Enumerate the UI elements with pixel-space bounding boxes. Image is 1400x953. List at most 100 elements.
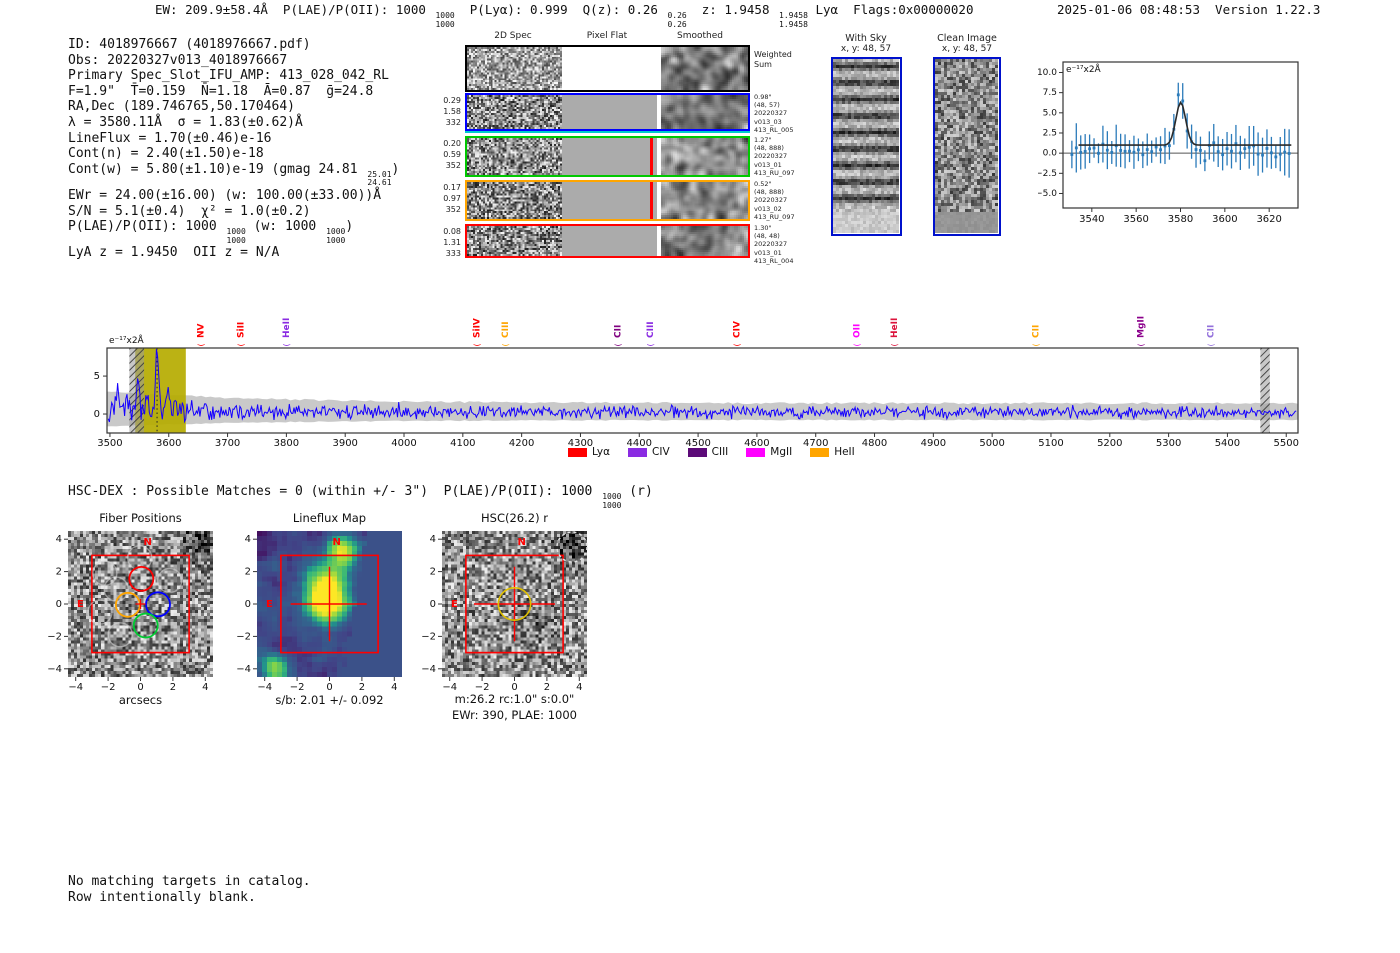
svg-text:HeII: HeII bbox=[890, 318, 900, 338]
svg-text:−2: −2 bbox=[101, 682, 116, 693]
svg-text:Lineflux Map: Lineflux Map bbox=[293, 511, 366, 525]
legend-swatch bbox=[568, 447, 587, 457]
fiber-positions-panel: Fiber Positions−4−4−2−2002244 NEarcsecs bbox=[47, 511, 208, 707]
legend-swatch bbox=[810, 447, 830, 457]
svg-text:5000: 5000 bbox=[979, 438, 1004, 449]
svg-text:(: ( bbox=[1136, 343, 1145, 346]
svg-text:CIV: CIV bbox=[732, 321, 742, 338]
elixer-report: EW: 209.9±58.4Å P(LAE)/P(OII): 1000 1000… bbox=[0, 0, 1400, 953]
strip-pixelflat-image bbox=[562, 226, 657, 256]
svg-text:(: ( bbox=[1206, 343, 1215, 346]
svg-text:e⁻¹⁷x2Å: e⁻¹⁷x2Å bbox=[109, 334, 145, 346]
info-line: λ = 3580.11Å σ = 1.83(±0.62)Å bbox=[68, 114, 303, 130]
svg-text:CIII: CIII bbox=[501, 321, 511, 338]
stacked-fraction: 1000 1000 bbox=[326, 227, 346, 245]
strip-right-annotation: 0.52" (48, 888) 20220327 v013_02 413_RU_097 bbox=[754, 180, 795, 221]
info-line: Obs: 20220327v013_4018976667 bbox=[68, 52, 288, 68]
svg-text:(: ( bbox=[1032, 343, 1041, 346]
svg-text:4: 4 bbox=[245, 534, 251, 545]
spec2d-strip-row bbox=[465, 136, 750, 177]
svg-text:(: ( bbox=[282, 343, 291, 346]
svg-text:3600: 3600 bbox=[1212, 214, 1237, 225]
svg-text:3900: 3900 bbox=[332, 438, 357, 449]
info-line: Cont(w) = 5.80(±1.10)e-19 (gmag 24.81 25… bbox=[68, 161, 400, 188]
strip-pixelflat-image bbox=[562, 138, 657, 175]
svg-text:2: 2 bbox=[430, 567, 436, 578]
svg-text:4200: 4200 bbox=[509, 438, 534, 449]
svg-text:(: ( bbox=[732, 343, 741, 346]
with-sky-title: With Sky bbox=[845, 33, 887, 44]
info-line: ID: 4018976667 (4018976667.pdf) bbox=[68, 37, 311, 52]
svg-text:CII: CII bbox=[1032, 325, 1042, 338]
strip-right-annotation: 1.27" (48, 888) 20220327 v013_01 413_RU_097 bbox=[754, 136, 795, 177]
svg-text:0.0: 0.0 bbox=[1043, 149, 1058, 159]
footer-line: Row intentionally blank. bbox=[68, 889, 256, 905]
svg-text:N: N bbox=[518, 537, 526, 548]
strip-pixelflat-image bbox=[562, 182, 657, 219]
svg-text:0: 0 bbox=[430, 599, 436, 610]
svg-text:−2: −2 bbox=[236, 631, 251, 642]
svg-text:4: 4 bbox=[391, 682, 397, 693]
clean-image-image bbox=[935, 59, 998, 233]
info-line: LyA z = 1.9450 OII z = N/A bbox=[68, 245, 280, 261]
svg-text:(: ( bbox=[501, 343, 510, 346]
strip-right-annotation: 1.30" (48, 48) 20220327 v013_01 413_RL_004 bbox=[754, 224, 794, 265]
svg-text:SiII: SiII bbox=[237, 322, 247, 338]
hsc-match-line: HSC-DEX : Possible Matches = 0 (within +… bbox=[68, 484, 653, 510]
svg-text:4: 4 bbox=[56, 534, 62, 545]
svg-text:5100: 5100 bbox=[1038, 438, 1063, 449]
spec2d-strip-row bbox=[465, 180, 750, 221]
svg-text:OII: OII bbox=[852, 324, 862, 338]
svg-text:−4: −4 bbox=[47, 664, 62, 675]
strip-right-annotation: Weighted Sum bbox=[754, 50, 792, 69]
svg-text:5: 5 bbox=[94, 371, 100, 382]
strip-2dspec-image bbox=[467, 47, 562, 90]
info-line: RA,Dec (189.746765,50.170464) bbox=[68, 99, 295, 115]
strip-left-stats: 0.08 1.31 333 bbox=[443, 227, 461, 258]
svg-text:e⁻¹⁷x2Å: e⁻¹⁷x2Å bbox=[1066, 63, 1102, 75]
info-line: P(LAE)/P(OII): 1000 1000 1000 (w: 1000 10… bbox=[68, 219, 354, 245]
clean-image-panel bbox=[933, 57, 1001, 236]
svg-text:3700: 3700 bbox=[215, 438, 240, 449]
svg-text:−2.5: −2.5 bbox=[1038, 169, 1057, 179]
stacked-fraction: 1000 1000 bbox=[226, 227, 246, 245]
svg-text:HeII: HeII bbox=[282, 318, 292, 338]
column-header-2dspec: 2D Spec bbox=[494, 31, 532, 41]
emission-position-marker bbox=[650, 138, 653, 175]
svg-text:m:26.2 rc:1.0" s:0.0": m:26.2 rc:1.0" s:0.0" bbox=[455, 692, 575, 706]
svg-text:E: E bbox=[77, 599, 84, 610]
strip-2dspec-image bbox=[467, 226, 562, 256]
legend-label: CIV bbox=[652, 446, 670, 458]
svg-text:5.0: 5.0 bbox=[1043, 108, 1058, 118]
svg-text:0: 0 bbox=[137, 682, 143, 693]
legend-item: MgII bbox=[746, 446, 792, 458]
legend-item: CIII bbox=[687, 446, 728, 458]
info-line: LineFlux = 1.70(±0.46)e-16 bbox=[68, 130, 272, 146]
svg-text:(: ( bbox=[852, 343, 861, 346]
stacked-fraction: 25.01 24.61 bbox=[367, 169, 392, 188]
svg-text:arcsecs: arcsecs bbox=[119, 693, 162, 707]
spec2d-strip-row bbox=[465, 93, 750, 131]
svg-text:−4: −4 bbox=[421, 664, 436, 675]
with-sky-panel bbox=[831, 57, 902, 236]
svg-text:4900: 4900 bbox=[921, 438, 946, 449]
svg-text:(: ( bbox=[197, 343, 206, 346]
legend-label: HeII bbox=[834, 446, 855, 458]
info-line: F=1.9" T̄=0.159 N̄=1.18 Ā=0.87 ḡ=24.8 bbox=[68, 83, 374, 99]
svg-text:4: 4 bbox=[430, 534, 436, 545]
stacked-fraction: 0.26 0.26 bbox=[667, 11, 687, 29]
column-header-smoothed: Smoothed bbox=[677, 31, 723, 41]
svg-text:CIII: CIII bbox=[646, 321, 656, 338]
footer-notes: No matching targets in catalog. Row inten… bbox=[68, 874, 311, 905]
strip-left-stats: 0.29 1.58 332 bbox=[443, 96, 461, 127]
svg-text:SiIV: SiIV bbox=[472, 318, 482, 338]
svg-text:3580: 3580 bbox=[1168, 214, 1193, 225]
svg-text:2.5: 2.5 bbox=[1043, 128, 1057, 138]
svg-text:3560: 3560 bbox=[1123, 214, 1148, 225]
detection-info-block: ID: 4018976667 (4018976667.pdf) Obs: 2022… bbox=[68, 37, 399, 261]
column-header-pixelflat: Pixel Flat bbox=[586, 31, 628, 41]
svg-text:MgII: MgII bbox=[1136, 316, 1146, 338]
strip-pixelflat-image bbox=[562, 47, 657, 90]
svg-text:2: 2 bbox=[245, 567, 251, 578]
svg-text:Fiber Positions: Fiber Positions bbox=[99, 511, 182, 525]
